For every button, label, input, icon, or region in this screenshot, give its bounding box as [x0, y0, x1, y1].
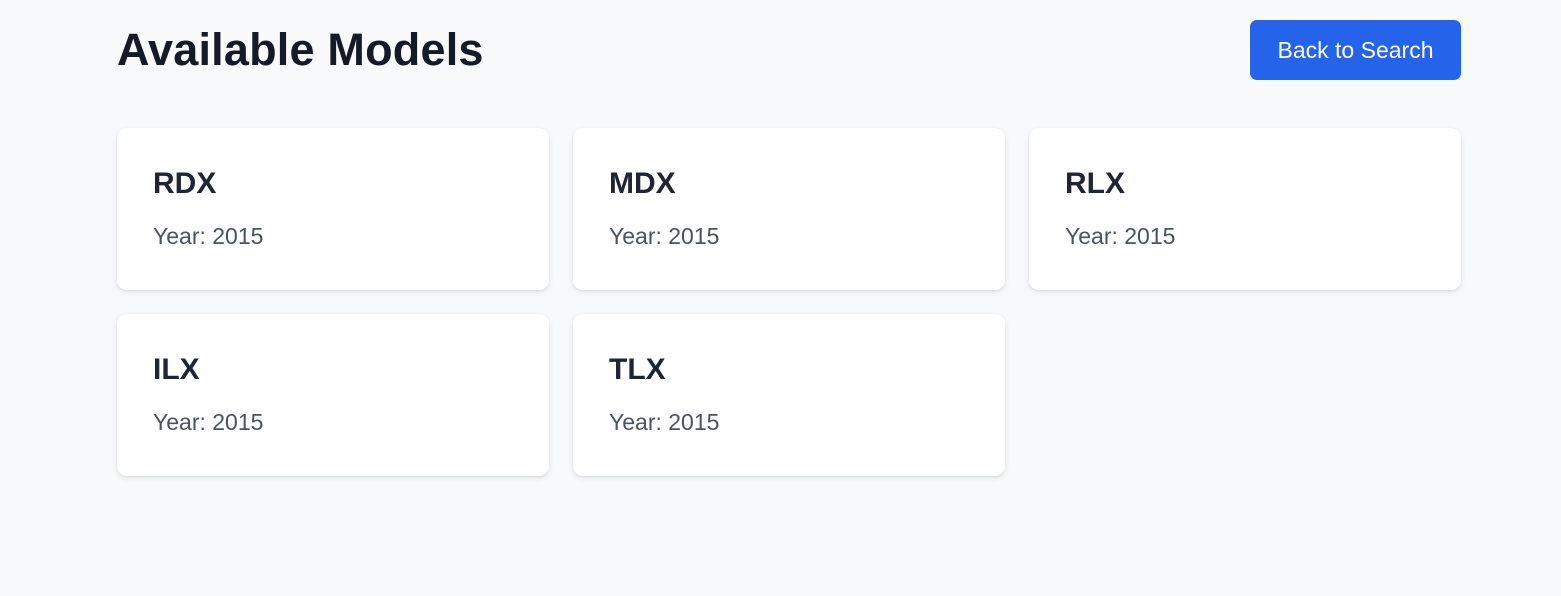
- page-title: Available Models: [117, 24, 484, 75]
- model-card-rdx[interactable]: RDX Year: 2015: [117, 128, 549, 290]
- model-card-tlx[interactable]: TLX Year: 2015: [573, 314, 1005, 476]
- page-container: Available Models Back to Search RDX Year…: [117, 0, 1461, 476]
- model-name: ILX: [153, 353, 200, 386]
- back-to-search-button[interactable]: Back to Search: [1250, 20, 1461, 80]
- model-card-mdx[interactable]: MDX Year: 2015: [573, 128, 1005, 290]
- models-grid: RDX Year: 2015 MDX Year: 2015 RLX Year: …: [117, 128, 1461, 476]
- model-name: MDX: [609, 167, 676, 200]
- model-card-ilx[interactable]: ILX Year: 2015: [117, 314, 549, 476]
- model-year: Year: 2015: [153, 223, 264, 249]
- model-name: RLX: [1065, 167, 1125, 200]
- page-header: Available Models Back to Search: [117, 0, 1461, 100]
- model-year: Year: 2015: [609, 223, 720, 249]
- model-name: RDX: [153, 167, 217, 200]
- model-year: Year: 2015: [1065, 223, 1176, 249]
- model-year: Year: 2015: [609, 409, 720, 435]
- model-name: TLX: [609, 353, 666, 386]
- model-card-rlx[interactable]: RLX Year: 2015: [1029, 128, 1461, 290]
- model-year: Year: 2015: [153, 409, 264, 435]
